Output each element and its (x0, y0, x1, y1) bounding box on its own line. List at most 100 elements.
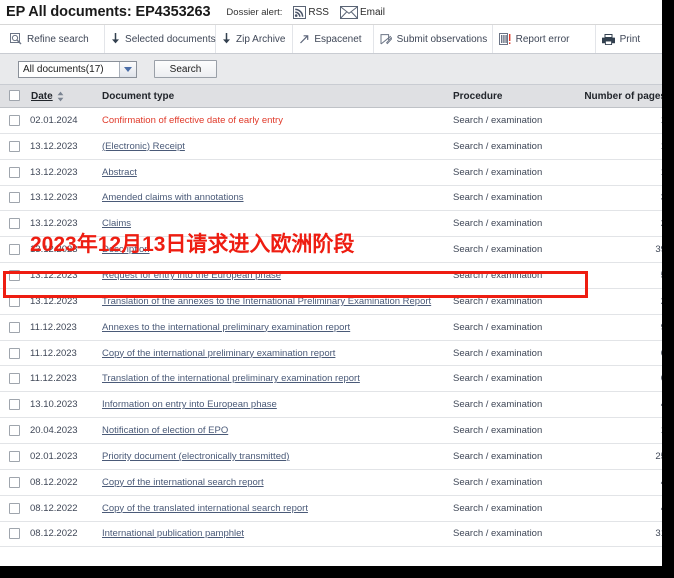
table-header: Date Document type Procedure Number of p… (0, 85, 662, 108)
row-pages: 5 (660, 269, 666, 281)
document-type-link[interactable]: Copy of the international search report (102, 477, 264, 488)
row-checkbox[interactable] (8, 425, 20, 437)
toolbar-label: Report error (515, 33, 570, 45)
table-body: 02.01.2024 Confirmation of effective date… (0, 107, 666, 548)
table-row[interactable]: 08.12.2022 Copy of the international sear… (0, 469, 662, 496)
row-procedure: Search / examination (453, 295, 543, 307)
row-date: 13.12.2023 (30, 192, 78, 204)
chevron-down-icon[interactable] (119, 61, 136, 77)
document-type-link[interactable]: (Electronic) Receipt (102, 141, 185, 152)
page-root: EP All documents: EP4353263 Dossier aler… (0, 0, 666, 570)
table-row[interactable]: 11.12.2023 Annexes to the international p… (0, 314, 662, 341)
column-header-document-type[interactable]: Document type (91, 85, 451, 108)
document-type-link[interactable]: Notification of election of EPO (102, 425, 228, 436)
row-procedure: Search / examination (453, 373, 543, 385)
row-date: 13.10.2023 (30, 399, 78, 411)
row-procedure: Search / examination (453, 450, 543, 462)
toolbar: Refine search Selected documents Zip Arc… (0, 25, 662, 54)
email-link[interactable]: Email (339, 5, 385, 19)
row-checkbox[interactable] (8, 373, 20, 385)
table-row[interactable]: 11.12.2023 Translation of the internation… (0, 365, 662, 393)
row-procedure: Search / examination (453, 321, 543, 333)
document-type-link[interactable]: Request for entry into the European phas… (102, 270, 281, 281)
row-checkbox[interactable] (8, 399, 20, 411)
row-date: 02.01.2024 (30, 114, 78, 126)
toolbar-espacenet[interactable]: Espacenet (293, 25, 374, 53)
row-checkbox[interactable] (8, 450, 20, 462)
document-type-link[interactable]: International publication pamphlet (102, 528, 244, 539)
table-row[interactable]: 13.12.2023 (Electronic) Receipt Search / e… (0, 133, 662, 160)
document-type-link[interactable]: Claims (102, 218, 131, 229)
row-checkbox[interactable] (8, 166, 20, 178)
download-arrow-icon (111, 33, 120, 45)
document-filter-select[interactable]: All documents(17) (18, 60, 137, 78)
row-checkbox[interactable] (8, 528, 20, 540)
row-select-cell (0, 314, 28, 341)
document-type-link[interactable]: Annexes to the international preliminary… (102, 322, 350, 333)
row-date-cell: 08.12.2022 (28, 495, 91, 522)
row-checkbox[interactable] (8, 347, 20, 359)
column-header-date[interactable]: Date (28, 85, 91, 108)
document-type-link[interactable]: Amended claims with annotations (102, 192, 244, 203)
rss-link[interactable]: RSS (293, 5, 329, 19)
row-checkbox[interactable] (8, 476, 20, 488)
row-checkbox[interactable] (8, 244, 20, 256)
column-header-date-label: Date (31, 90, 53, 102)
table-row[interactable]: 13.12.2023 Request for entry into the Eur… (0, 262, 666, 289)
row-pages-cell: 4 (576, 469, 662, 496)
row-procedure: Search / examination (453, 269, 543, 281)
row-pages: 1 (660, 114, 666, 126)
table-row[interactable]: 02.01.2024 Confirmation of effective date… (0, 107, 666, 134)
row-date-cell: 02.01.2023 (28, 443, 91, 470)
row-checkbox[interactable] (8, 321, 20, 333)
row-checkbox[interactable] (8, 269, 20, 281)
row-checkbox[interactable] (8, 295, 20, 307)
column-header-procedure[interactable]: Procedure (451, 85, 576, 108)
column-header-number-of-pages[interactable]: Number of pages (576, 85, 662, 108)
toolbar-selected-documents[interactable]: Selected documents (105, 25, 217, 53)
document-type-link[interactable]: Translation of the international prelimi… (102, 373, 360, 384)
row-checkbox[interactable] (8, 502, 20, 514)
toolbar-label: Zip Archive (236, 33, 286, 45)
row-document-type-cell: Information on entry into European phase (91, 391, 451, 419)
row-checkbox[interactable] (8, 114, 20, 126)
table-row[interactable]: 11.12.2023 Copy of the international prel… (0, 340, 662, 367)
table-row[interactable]: 13.12.2023 Amended claims with annotation… (0, 185, 666, 212)
row-procedure: Search / examination (453, 347, 543, 359)
search-button[interactable]: Search (154, 60, 217, 78)
row-procedure-cell: Search / examination (451, 159, 576, 186)
document-type-link[interactable]: Confirmation of effective date of early … (102, 115, 283, 126)
row-checkbox[interactable] (8, 140, 20, 152)
table-row[interactable]: 02.01.2023 Priority document (electronica… (0, 443, 662, 470)
table-row[interactable]: 08.12.2022 Copy of the translated interna… (0, 495, 662, 522)
row-pages: 3 (660, 192, 666, 204)
table-row[interactable]: 13.12.2023 Abstract Search / examination 1 (0, 159, 666, 186)
table-row[interactable]: 20.04.2023 Notification of election of EP… (0, 417, 662, 444)
toolbar-print[interactable]: Print (596, 25, 662, 53)
row-checkbox[interactable] (8, 192, 20, 204)
table-row[interactable]: 13.12.2023 Claims Search / examination 2 (0, 210, 662, 238)
document-type-link[interactable]: Translation of the annexes to the Intern… (102, 296, 431, 307)
table-row[interactable]: 13.12.2023 Description Search / examinatio… (0, 236, 662, 264)
toolbar-refine-search[interactable]: Refine search (0, 25, 106, 53)
table-row[interactable]: 13.12.2023 Translation of the annexes to … (0, 288, 662, 315)
row-procedure-cell: Search / examination (451, 391, 576, 419)
toolbar-submit-observations[interactable]: Submit observations (374, 25, 493, 53)
document-type-link[interactable]: Copy of the translated international sea… (102, 503, 308, 514)
row-pages: 1 (660, 166, 666, 178)
row-checkbox[interactable] (8, 218, 20, 230)
toolbar-zip-archive[interactable]: Zip Archive (216, 25, 294, 53)
document-type-link[interactable]: Copy of the international preliminary ex… (102, 348, 335, 359)
toolbar-report-error[interactable]: Report error (493, 25, 596, 53)
document-type-link[interactable]: Description (102, 244, 150, 255)
sort-arrows-icon[interactable] (57, 91, 64, 102)
table-row[interactable]: 13.10.2023 Information on entry into Euro… (0, 391, 662, 419)
rss-label: RSS (308, 6, 329, 18)
row-date: 08.12.2022 (30, 502, 78, 514)
row-date-cell: 13.12.2023 (28, 133, 91, 160)
document-type-link[interactable]: Information on entry into European phase (102, 399, 277, 410)
table-row[interactable]: 08.12.2022 International publication pamp… (0, 521, 662, 548)
document-type-link[interactable]: Priority document (electronically transm… (102, 451, 289, 462)
document-type-link[interactable]: Abstract (102, 167, 137, 178)
select-all-checkbox[interactable] (8, 90, 20, 102)
